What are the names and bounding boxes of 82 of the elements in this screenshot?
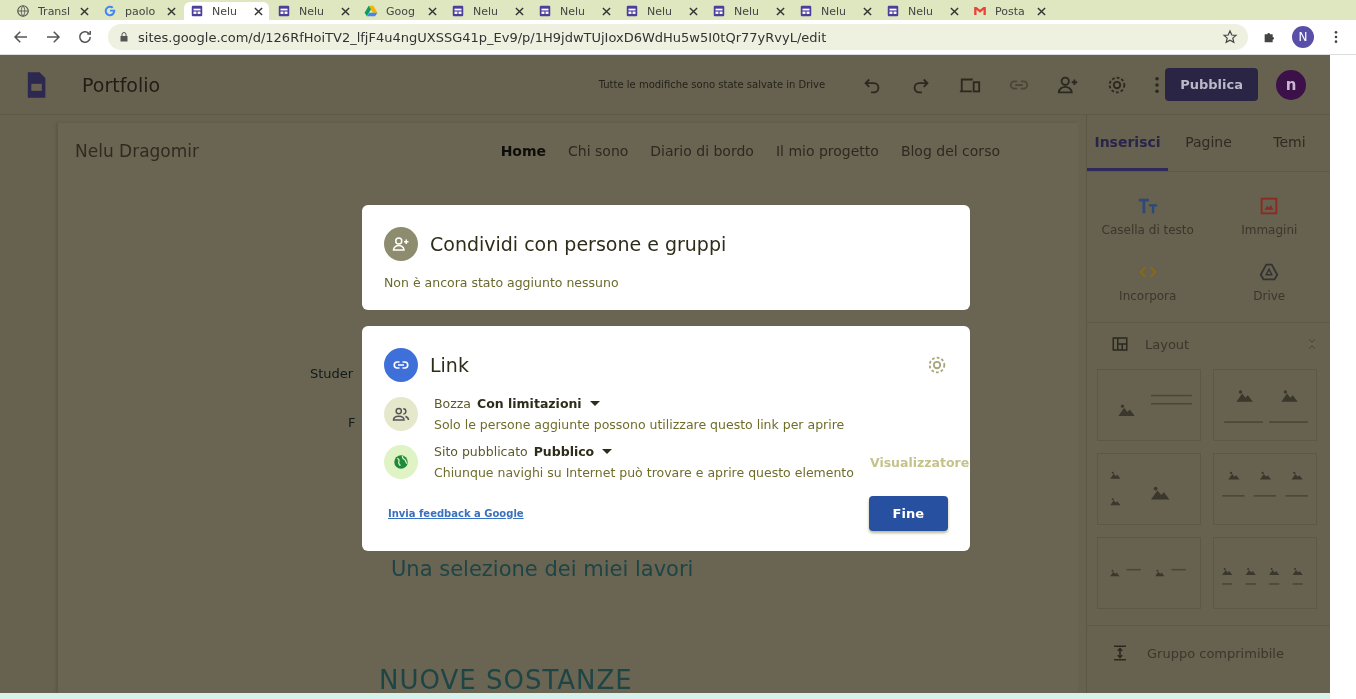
layout-thumbnail[interactable] bbox=[1213, 537, 1317, 609]
site-name: Nelu Dragomir bbox=[75, 140, 200, 161]
sites-icon bbox=[799, 4, 813, 18]
people-icon bbox=[384, 397, 418, 431]
access-dropdown[interactable]: Con limitazioni bbox=[477, 396, 600, 411]
close-icon[interactable] bbox=[80, 6, 89, 16]
role-label: Visualizzatore bbox=[869, 454, 970, 470]
google-icon bbox=[103, 4, 117, 18]
close-icon[interactable] bbox=[689, 6, 698, 16]
browser-tab[interactable]: paolo bbox=[97, 2, 182, 20]
browser-tab[interactable]: Goog bbox=[358, 2, 443, 20]
sites-icon bbox=[451, 4, 465, 18]
close-icon[interactable] bbox=[950, 6, 959, 16]
profile-avatar[interactable]: N bbox=[1292, 26, 1314, 48]
close-icon[interactable] bbox=[428, 6, 437, 16]
save-status: Tutte le modifiche sono state salvate in Drive bbox=[598, 79, 826, 90]
close-icon[interactable] bbox=[776, 6, 785, 16]
caret-icon bbox=[602, 449, 613, 454]
drive-icon bbox=[1258, 261, 1281, 283]
forward-arrow-icon bbox=[44, 28, 62, 46]
browser-tab[interactable]: Nelu bbox=[184, 2, 269, 20]
expand-vertical-icon bbox=[1111, 644, 1129, 662]
section-heading: NUOVE SOSTANZE bbox=[379, 667, 634, 693]
sites-icon bbox=[190, 4, 204, 18]
user-avatar[interactable]: n bbox=[1276, 69, 1306, 100]
layout-icon bbox=[1111, 335, 1129, 353]
browser-tab[interactable]: Nelu bbox=[793, 2, 878, 20]
close-icon[interactable] bbox=[515, 6, 524, 16]
publish-button[interactable]: Pubblica bbox=[1165, 68, 1258, 101]
access-description: Solo le persone aggiunte possono utilizzare questo link per aprire bbox=[434, 417, 846, 432]
layout-thumbnail[interactable] bbox=[1213, 369, 1317, 441]
lock-icon bbox=[118, 31, 130, 43]
back-arrow-icon bbox=[12, 28, 30, 46]
close-icon[interactable] bbox=[341, 6, 350, 16]
more-vert-icon[interactable] bbox=[1155, 76, 1160, 93]
layout-thumbnail[interactable] bbox=[1097, 369, 1201, 441]
link-icon bbox=[384, 348, 418, 382]
done-button[interactable]: Fine bbox=[868, 496, 948, 531]
mail-icon bbox=[973, 4, 987, 18]
star-icon bbox=[1222, 29, 1238, 45]
feedback-link[interactable]: Invia feedback a Google bbox=[388, 508, 524, 519]
close-icon[interactable] bbox=[254, 6, 263, 16]
browser-tab[interactable]: Nelu bbox=[445, 2, 530, 20]
page-text: Studer bbox=[310, 366, 354, 381]
browser-tab[interactable]: Nelu bbox=[706, 2, 791, 20]
sites-icon bbox=[277, 4, 291, 18]
sites-icon bbox=[712, 4, 726, 18]
section-subtitle: Una selezione dei miei lavori bbox=[391, 557, 695, 581]
browser-tab[interactable]: Posta bbox=[967, 2, 1052, 20]
layout-thumbnail[interactable] bbox=[1097, 453, 1201, 525]
dialog-title: Link bbox=[430, 354, 470, 376]
sites-icon bbox=[886, 4, 900, 18]
empty-message: Non è ancora stato aggiunto nessuno bbox=[384, 275, 620, 290]
drive-icon bbox=[364, 4, 378, 18]
settings-icon bbox=[926, 354, 948, 376]
access-label: Bozza bbox=[434, 396, 471, 411]
layout-thumbnail[interactable] bbox=[1213, 453, 1317, 525]
globe-icon bbox=[384, 445, 418, 479]
browser-tab[interactable]: Nelu bbox=[880, 2, 965, 20]
browser-tab[interactable]: Transl bbox=[10, 2, 95, 20]
close-icon[interactable] bbox=[602, 6, 611, 16]
layout-thumbnail[interactable] bbox=[1097, 537, 1201, 609]
access-dropdown[interactable]: Pubblico bbox=[533, 444, 613, 459]
reload-icon bbox=[76, 28, 94, 46]
address-bar[interactable]: sites.google.com/d/126RfHoiTV2_lfjF4u4ngUXSSG41p_Ev9/p/1H9jdwTUjIoxD6WdHu5w5I0tQr77yRvyL/edit bbox=[108, 24, 1248, 50]
add-person-icon bbox=[384, 227, 418, 261]
dialog-title: Condividi con persone e gruppi bbox=[430, 233, 727, 255]
close-icon[interactable] bbox=[167, 6, 176, 16]
caret-icon bbox=[589, 401, 600, 406]
browser-tab[interactable]: Nelu bbox=[619, 2, 704, 20]
close-icon[interactable] bbox=[1037, 6, 1046, 16]
browser-tab[interactable]: Nelu bbox=[532, 2, 617, 20]
collapse-icon bbox=[1306, 338, 1318, 350]
app-title: Portfolio bbox=[82, 73, 161, 96]
close-icon[interactable] bbox=[863, 6, 872, 16]
access-label: Sito pubblicato bbox=[434, 444, 528, 459]
browser-tab[interactable]: Nelu bbox=[271, 2, 356, 20]
access-description: Chiunque navighi su Internet può trovare e aprire questo elemento bbox=[434, 465, 854, 480]
page-text: F bbox=[348, 415, 356, 430]
globe-icon bbox=[16, 4, 30, 18]
sites-icon bbox=[538, 4, 552, 18]
sites-icon bbox=[625, 4, 639, 18]
